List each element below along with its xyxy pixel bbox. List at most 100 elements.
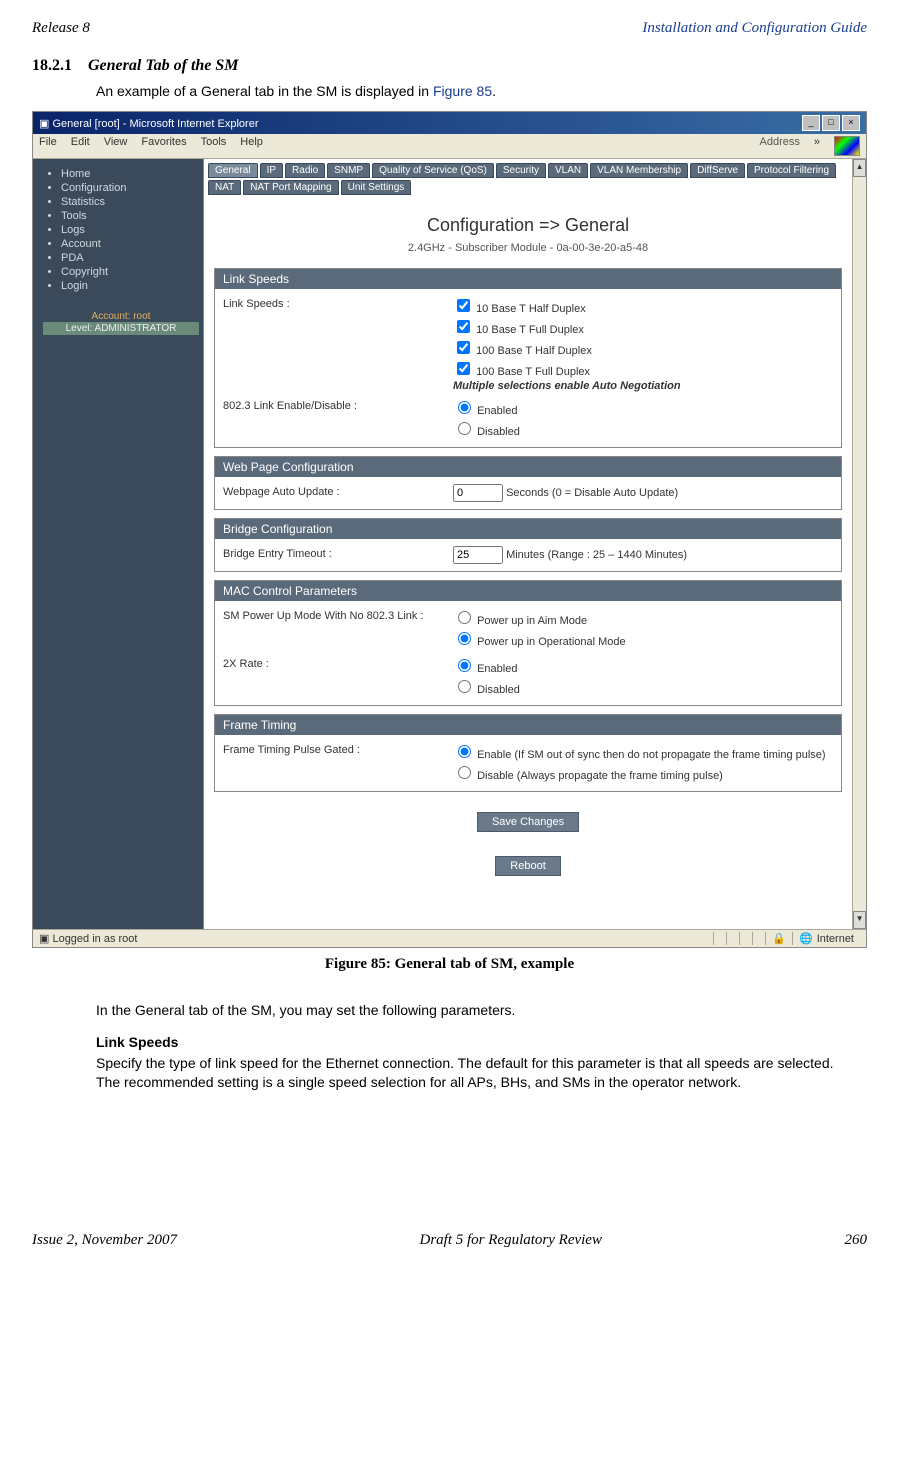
status-left-text: Logged in as root [52, 933, 137, 945]
radio-label: Power up in Operational Mode [477, 636, 626, 648]
radio-label: Disabled [477, 426, 520, 438]
radio-input-link-enabled[interactable] [458, 401, 471, 414]
tab-snmp[interactable]: SNMP [327, 163, 370, 178]
section-link-speeds: Link Speeds Link Speeds : 10 Base T Half… [214, 268, 842, 448]
radio-label: Enabled [477, 663, 517, 675]
menu-file[interactable]: File [39, 136, 57, 156]
frame-timing-label: Frame Timing Pulse Gated : [223, 742, 453, 756]
reboot-button[interactable]: Reboot [495, 856, 560, 876]
radio-input-2x-enabled[interactable] [458, 659, 471, 672]
sidebar-item-login[interactable]: Login [61, 279, 199, 293]
sidebar-item-statistics[interactable]: Statistics [61, 195, 199, 209]
menu-favorites[interactable]: Favorites [141, 136, 186, 156]
sidebar-item-home[interactable]: Home [61, 167, 199, 181]
sidebar-item-account[interactable]: Account [61, 237, 199, 251]
sidebar-item-copyright[interactable]: Copyright [61, 265, 199, 279]
tab-security[interactable]: Security [496, 163, 546, 178]
tab-radio[interactable]: Radio [285, 163, 325, 178]
tab-vlan-membership[interactable]: VLAN Membership [590, 163, 688, 178]
scroll-up-button[interactable]: ▲ [853, 159, 866, 177]
subhead-link-speeds: Link Speeds [96, 1034, 867, 1050]
window-title-text: General [root] - Microsoft Internet Expl… [52, 118, 258, 130]
footer-issue: Issue 2, November 2007 [32, 1232, 177, 1249]
radio-operational-mode[interactable]: Power up in Operational Mode [453, 629, 833, 650]
menu-view[interactable]: View [104, 136, 128, 156]
checkbox-input-100bt-half[interactable] [457, 341, 470, 354]
radio-frame-enable[interactable]: Enable (If SM out of sync then do not pr… [453, 742, 833, 763]
maximize-button[interactable]: □ [822, 115, 840, 131]
sidebar-item-configuration[interactable]: Configuration [61, 181, 199, 195]
radio-input-aim[interactable] [458, 611, 471, 624]
window-titlebar: ▣ General [root] - Microsoft Internet Ex… [33, 112, 866, 134]
checkbox-10bt-full[interactable]: 10 Base T Full Duplex [453, 317, 833, 338]
radio-frame-disable[interactable]: Disable (Always propagate the frame timi… [453, 763, 833, 784]
lock-icon: 🔒 [772, 932, 786, 945]
tab-unit-settings[interactable]: Unit Settings [341, 180, 412, 195]
radio-input-frame-enable[interactable] [458, 745, 471, 758]
radio-input-operational[interactable] [458, 632, 471, 645]
checkbox-100bt-full[interactable]: 100 Base T Full Duplex [453, 359, 833, 380]
close-button[interactable]: × [842, 115, 860, 131]
main-content: General IP Radio SNMP Quality of Service… [204, 159, 852, 929]
radio-2x-enabled[interactable]: Enabled [453, 656, 833, 677]
webpage-auto-update-label: Webpage Auto Update : [223, 484, 453, 498]
minimize-button[interactable]: _ [802, 115, 820, 131]
menu-tools[interactable]: Tools [201, 136, 227, 156]
bridge-timeout-label: Bridge Entry Timeout : [223, 546, 453, 560]
sidebar-item-logs[interactable]: Logs [61, 223, 199, 237]
menu-edit[interactable]: Edit [71, 136, 90, 156]
tab-qos[interactable]: Quality of Service (QoS) [372, 163, 494, 178]
tab-nat-port-mapping[interactable]: NAT Port Mapping [243, 180, 338, 195]
checkbox-input-100bt-full[interactable] [457, 362, 470, 375]
figure-link[interactable]: Figure 85 [433, 83, 492, 99]
tab-protocol-filtering[interactable]: Protocol Filtering [747, 163, 836, 178]
radio-aim-mode[interactable]: Power up in Aim Mode [453, 608, 833, 629]
section-webpage: Web Page Configuration Webpage Auto Upda… [214, 456, 842, 510]
section-header-bridge: Bridge Configuration [215, 519, 841, 539]
intro-prefix: An example of a General tab in the SM is… [96, 83, 433, 99]
radio-link-disabled[interactable]: Disabled [453, 419, 833, 440]
radio-2x-disabled[interactable]: Disabled [453, 677, 833, 698]
statusbar: ▣ Logged in as root 🔒 🌐 Internet [33, 929, 866, 947]
tab-diffserve[interactable]: DiffServe [690, 163, 745, 178]
account-label: Account: root [43, 311, 199, 322]
tab-vlan[interactable]: VLAN [548, 163, 588, 178]
status-cell [726, 932, 739, 945]
checkbox-10bt-half[interactable]: 10 Base T Half Duplex [453, 296, 833, 317]
level-label: Level: ADMINISTRATOR [43, 322, 199, 335]
radio-link-enabled[interactable]: Enabled [453, 398, 833, 419]
sidebar-item-pda[interactable]: PDA [61, 251, 199, 265]
section-header-link-speeds: Link Speeds [215, 269, 841, 289]
checkbox-input-10bt-half[interactable] [457, 299, 470, 312]
section-mac: MAC Control Parameters SM Power Up Mode … [214, 580, 842, 706]
menu-help[interactable]: Help [240, 136, 263, 156]
tab-nat[interactable]: NAT [208, 180, 241, 195]
link-enable-label: 802.3 Link Enable/Disable : [223, 398, 453, 412]
save-changes-button[interactable]: Save Changes [477, 812, 579, 832]
address-chevron[interactable]: » [814, 136, 820, 156]
link-speeds-label: Link Speeds : [223, 296, 453, 310]
scroll-down-button[interactable]: ▼ [853, 911, 866, 929]
radio-label: Enable (If SM out of sync then do not pr… [477, 749, 826, 761]
header-guide-title: Installation and Configuration Guide [642, 20, 867, 37]
checkbox-label: 10 Base T Full Duplex [476, 324, 584, 336]
radio-input-frame-disable[interactable] [458, 766, 471, 779]
checkbox-input-10bt-full[interactable] [457, 320, 470, 333]
sidebar-item-tools[interactable]: Tools [61, 209, 199, 223]
scroll-track[interactable] [853, 177, 866, 911]
checkbox-100bt-half[interactable]: 100 Base T Half Duplex [453, 338, 833, 359]
status-zone: 🌐 Internet [792, 932, 860, 945]
tab-ip[interactable]: IP [260, 163, 283, 178]
page-subtitle: 2.4GHz - Subscriber Module - 0a-00-3e-20… [204, 242, 852, 254]
radio-input-link-disabled[interactable] [458, 422, 471, 435]
status-secure: 🔒 [765, 932, 792, 945]
tab-general[interactable]: General [208, 163, 258, 178]
checkbox-label: 10 Base T Half Duplex [476, 303, 586, 315]
radio-input-2x-disabled[interactable] [458, 680, 471, 693]
webpage-auto-update-input[interactable] [453, 484, 503, 502]
sidebar: Home Configuration Statistics Tools Logs… [33, 159, 204, 929]
2x-rate-label: 2X Rate : [223, 656, 453, 670]
status-logged-in: ▣ Logged in as root [39, 932, 137, 945]
vertical-scrollbar[interactable]: ▲ ▼ [852, 159, 866, 929]
bridge-timeout-input[interactable] [453, 546, 503, 564]
